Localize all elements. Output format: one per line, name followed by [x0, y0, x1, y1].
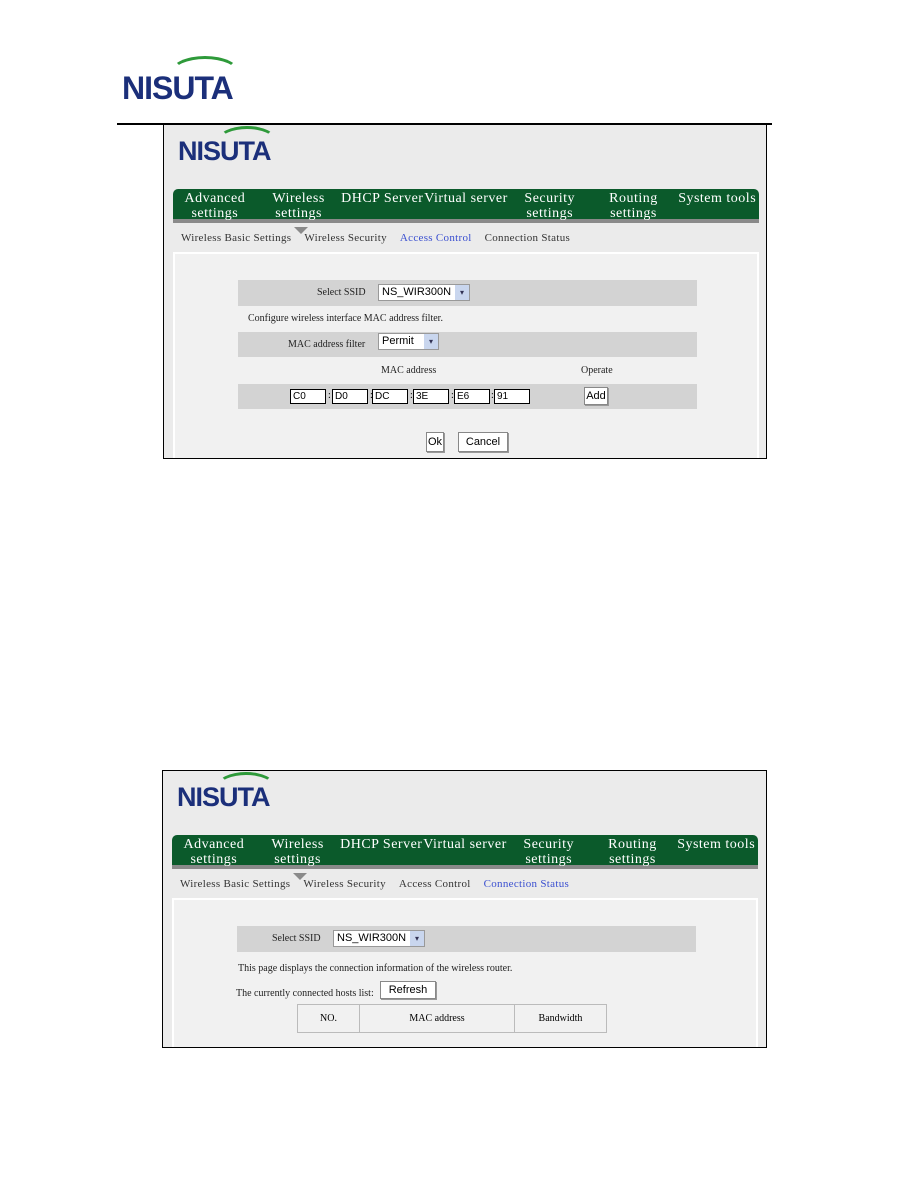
- subnav-wireless-basic[interactable]: Wireless Basic Settings: [181, 232, 291, 244]
- nav-routing-settings[interactable]: Routing settings: [591, 835, 675, 867]
- subnav-wireless-security[interactable]: Wireless Security: [304, 232, 387, 244]
- main-nav: Advanced settings Wireless settings DHCP…: [173, 189, 759, 223]
- router-logo: NISUTA: [178, 126, 276, 167]
- nav-virtual-server[interactable]: Virtual server: [424, 189, 508, 219]
- mac-octet-4[interactable]: 3E: [413, 389, 449, 404]
- nav-advanced-settings[interactable]: Advanced settings: [172, 835, 256, 867]
- nav-security-settings[interactable]: Security settings: [508, 189, 592, 221]
- nav-system-tools[interactable]: System tools: [674, 835, 758, 865]
- refresh-button[interactable]: Refresh: [380, 981, 436, 999]
- nav-virtual-server[interactable]: Virtual server: [423, 835, 507, 865]
- subnav-access-control[interactable]: Access Control: [400, 232, 472, 244]
- ssid-select[interactable]: NS_WIR300N ▾: [333, 930, 425, 947]
- subnav-connection-status[interactable]: Connection Status: [484, 878, 569, 890]
- main-nav: Advanced settings Wireless settings DHCP…: [172, 835, 758, 869]
- col-bandwidth: Bandwidth: [514, 1004, 607, 1033]
- nav-dhcp-server[interactable]: DHCP Server: [339, 835, 423, 865]
- mac-octet-5[interactable]: E6: [454, 389, 490, 404]
- chevron-down-icon: ▾: [424, 334, 438, 349]
- content-panel: Select SSID NS_WIR300N ▾ This page displa…: [172, 898, 758, 1047]
- select-ssid-label: Select SSID: [317, 287, 366, 298]
- subnav-connection-status[interactable]: Connection Status: [485, 232, 570, 244]
- screenshot-access-control: NISUTA Advanced settings Wireless settin…: [163, 124, 767, 459]
- nav-advanced-settings[interactable]: Advanced settings: [173, 189, 257, 221]
- ssid-select[interactable]: NS_WIR300N ▾: [378, 284, 470, 301]
- mac-filter-select[interactable]: Permit ▾: [378, 333, 439, 350]
- screenshot-connection-status: NISUTA Advanced settings Wireless settin…: [162, 770, 767, 1048]
- nav-security-settings[interactable]: Security settings: [507, 835, 591, 867]
- mac-filter-label: MAC address filter: [288, 339, 366, 350]
- col-mac-address: MAC address: [359, 1004, 515, 1033]
- cancel-button[interactable]: Cancel: [458, 432, 508, 452]
- add-button[interactable]: Add: [584, 387, 608, 405]
- table-header-row: NO. MAC address Bandwidth: [297, 1004, 607, 1033]
- operate-header: Operate: [581, 365, 613, 376]
- header-logo: NISUTA: [122, 56, 240, 107]
- hosts-table: NO. MAC address Bandwidth: [297, 1004, 607, 1033]
- ok-button[interactable]: Ok: [426, 432, 444, 452]
- mac-input-row: C0: D0: DC: 3E: E6: 91 Add: [238, 384, 697, 409]
- col-no: NO.: [297, 1004, 360, 1033]
- nav-dhcp-server[interactable]: DHCP Server: [340, 189, 424, 219]
- select-ssid-label: Select SSID: [272, 933, 321, 944]
- chevron-down-icon: ▾: [410, 931, 424, 946]
- mac-octet-1[interactable]: C0: [290, 389, 326, 404]
- content-panel: Select SSID NS_WIR300N ▾ Configure wirele…: [173, 252, 759, 458]
- hosts-list-label: The currently connected hosts list:: [236, 988, 374, 999]
- filter-row: MAC address filter Permit ▾: [238, 332, 697, 357]
- description: This page displays the connection inform…: [238, 963, 513, 974]
- subnav-wireless-basic[interactable]: Wireless Basic Settings: [180, 878, 290, 890]
- chevron-down-icon: ▾: [455, 285, 469, 300]
- nav-routing-settings[interactable]: Routing settings: [592, 189, 676, 221]
- router-logo: NISUTA: [177, 772, 275, 813]
- nav-wireless-settings[interactable]: Wireless settings: [257, 189, 341, 221]
- sub-nav: Wireless Basic Settings Wireless Securit…: [181, 232, 570, 244]
- mac-octet-3[interactable]: DC: [372, 389, 408, 404]
- nav-wireless-settings[interactable]: Wireless settings: [256, 835, 340, 867]
- mac-address-header: MAC address: [381, 365, 437, 376]
- subnav-wireless-security[interactable]: Wireless Security: [303, 878, 386, 890]
- description: Configure wireless interface MAC address…: [248, 313, 443, 324]
- nav-system-tools[interactable]: System tools: [675, 189, 759, 219]
- ssid-row: Select SSID NS_WIR300N ▾: [238, 280, 697, 306]
- mac-octet-6[interactable]: 91: [494, 389, 530, 404]
- mac-octet-2[interactable]: D0: [332, 389, 368, 404]
- sub-nav: Wireless Basic Settings Wireless Securit…: [180, 878, 569, 890]
- subnav-access-control[interactable]: Access Control: [399, 878, 471, 890]
- ssid-row: Select SSID NS_WIR300N ▾: [237, 926, 696, 952]
